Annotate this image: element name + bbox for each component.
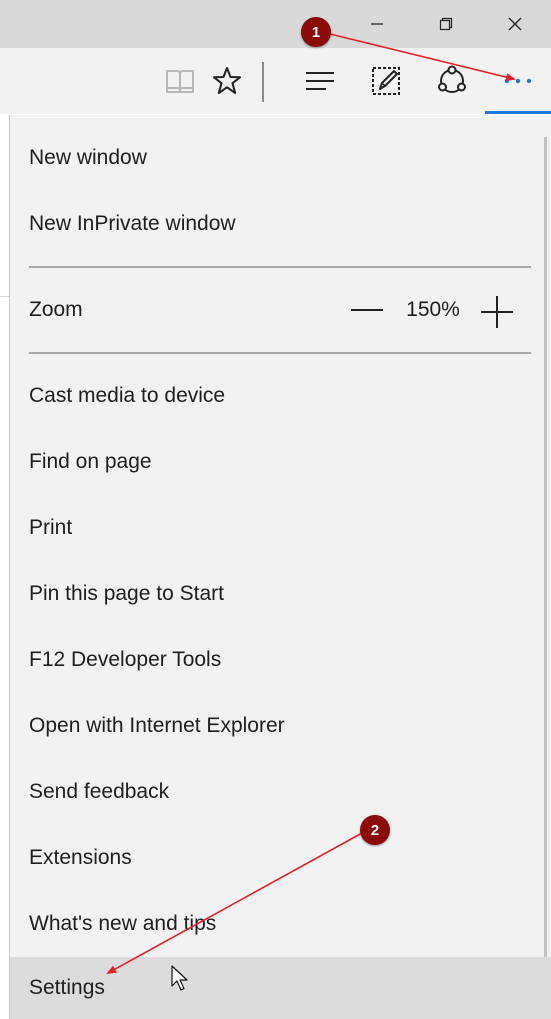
close-button[interactable] [492,0,538,48]
more-icon [504,78,532,84]
menu-item-print[interactable]: Print [10,498,551,558]
reading-view-button[interactable] [160,48,200,114]
title-bar [0,0,551,48]
menu-item-label: Find on page [29,450,152,473]
menu-item-label: Send feedback [29,780,170,803]
menu-item-label: Open with Internet Explorer [29,714,285,737]
menu-item-open-with-ie[interactable]: Open with Internet Explorer [10,696,551,756]
web-note-button[interactable] [366,48,406,114]
annotation-badge-2: 2 [360,815,390,845]
minus-icon [351,309,383,311]
close-icon [508,17,522,31]
restore-button[interactable] [423,0,469,48]
zoom-label: Zoom [29,298,83,321]
menu-item-label: Settings [29,976,105,999]
more-actions-button[interactable] [498,48,538,114]
more-actions-menu: New window New InPrivate window Zoom 150… [9,115,551,1019]
minimize-icon [371,23,383,25]
share-icon [438,65,466,93]
plus-icon [481,296,513,328]
menu-item-pin-to-start[interactable]: Pin this page to Start [10,564,551,624]
menu-item-send-feedback[interactable]: Send feedback [10,762,551,822]
restore-icon [439,17,453,31]
zoom-out-button[interactable] [350,295,384,325]
hub-icon [306,72,334,90]
menu-item-label: Cast media to device [29,384,226,407]
menu-item-find-on-page[interactable]: Find on page [10,432,551,492]
menu-item-label: New window [29,146,147,169]
menu-item-new-window[interactable]: New window [10,128,551,188]
favorites-button[interactable] [207,48,247,114]
menu-item-label: New InPrivate window [29,212,236,235]
more-button-active-indicator [485,111,551,114]
hub-button[interactable] [300,48,340,114]
menu-item-whats-new-and-tips[interactable]: What's new and tips [10,894,551,954]
toolbar-separator [262,62,264,102]
menu-item-label: What's new and tips [29,912,217,935]
annotation-badge-1: 1 [301,17,331,47]
zoom-in-button[interactable] [480,295,514,329]
minimize-button[interactable] [354,0,400,48]
reading-view-icon [166,70,194,93]
menu-item-cast-media[interactable]: Cast media to device [10,366,551,426]
share-button[interactable] [432,48,472,114]
menu-item-label: F12 Developer Tools [29,648,222,671]
zoom-level: 150% [406,298,460,321]
menu-item-label: Extensions [29,846,132,869]
browser-toolbar [0,48,551,114]
menu-item-settings[interactable]: Settings [10,957,551,1019]
menu-divider [29,266,531,268]
menu-divider [29,352,531,354]
menu-item-new-inprivate-window[interactable]: New InPrivate window [10,194,551,254]
menu-item-label: Pin this page to Start [29,582,224,605]
web-note-icon [372,67,400,95]
menu-item-extensions[interactable]: Extensions [10,828,551,888]
menu-item-f12-developer-tools[interactable]: F12 Developer Tools [10,630,551,690]
menu-item-label: Print [29,516,73,539]
favorite-star-icon [213,67,241,94]
